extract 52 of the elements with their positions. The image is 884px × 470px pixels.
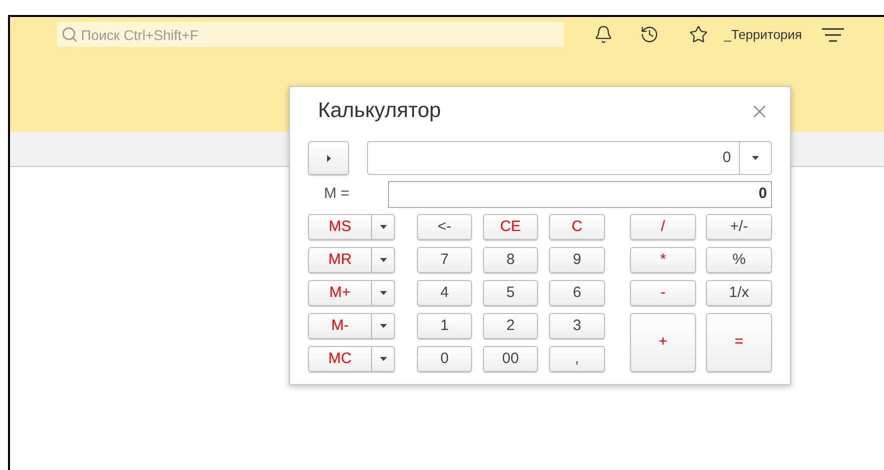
memory-label: M = [323,184,350,204]
operation-button[interactable]: * [630,247,696,273]
key-button[interactable]: , [549,346,605,372]
memory-dropdown-button[interactable] [372,280,395,306]
key-button[interactable]: 1 [417,313,472,339]
operation-button[interactable]: / [630,214,696,240]
close-icon[interactable] [753,104,766,118]
operation-button[interactable]: 1/x [706,280,772,306]
dialog-title: Калькулятор [318,98,441,124]
key-button[interactable]: 9 [549,247,605,273]
key-button[interactable]: <- [417,214,472,240]
menu-icon[interactable] [822,26,844,42]
memory-button[interactable]: MC [308,346,372,372]
search-icon [61,26,78,43]
key-button[interactable]: CE [483,214,538,240]
key-button[interactable]: 2 [483,313,538,339]
history-icon[interactable] [640,25,659,44]
play-icon [326,154,330,162]
search-field[interactable]: Поиск Ctrl+Shift+F [57,22,564,47]
memory-button[interactable]: M- [308,313,372,339]
star-icon[interactable] [689,25,708,44]
key-button[interactable]: 0 [417,346,472,372]
display-field[interactable]: 0 [367,141,772,175]
key-button[interactable]: C [549,214,605,240]
memory-value: 0 [758,184,767,204]
memory-button[interactable]: MR [308,247,372,273]
memory-dropdown-button[interactable] [372,313,395,339]
key-button[interactable]: 4 [417,280,472,306]
memory-button[interactable]: MS [308,214,372,240]
caret-icon [380,291,386,295]
operation-button[interactable]: + [630,313,696,372]
memory-button[interactable]: M+ [308,280,372,306]
key-button[interactable]: 8 [483,247,538,273]
key-button[interactable]: 7 [417,247,472,273]
memory-dropdown-button[interactable] [372,214,395,240]
caret-icon [752,156,759,160]
operation-button[interactable]: % [706,247,772,273]
key-button[interactable]: 5 [483,280,538,306]
operation-button[interactable]: +/- [706,214,772,240]
caret-icon [380,357,386,361]
key-button[interactable]: 3 [549,313,605,339]
user-name[interactable]: _Территория [724,24,802,44]
memory-dropdown-button[interactable] [372,346,395,372]
bell-icon[interactable] [594,25,613,44]
key-button[interactable]: 6 [549,280,605,306]
memory-dropdown-button[interactable] [372,247,395,273]
caret-icon [380,258,386,262]
key-button[interactable]: 00 [483,346,538,372]
operation-button[interactable]: = [706,313,772,372]
operation-button[interactable]: - [630,280,696,306]
caret-icon [380,324,386,328]
caret-icon [380,225,386,229]
